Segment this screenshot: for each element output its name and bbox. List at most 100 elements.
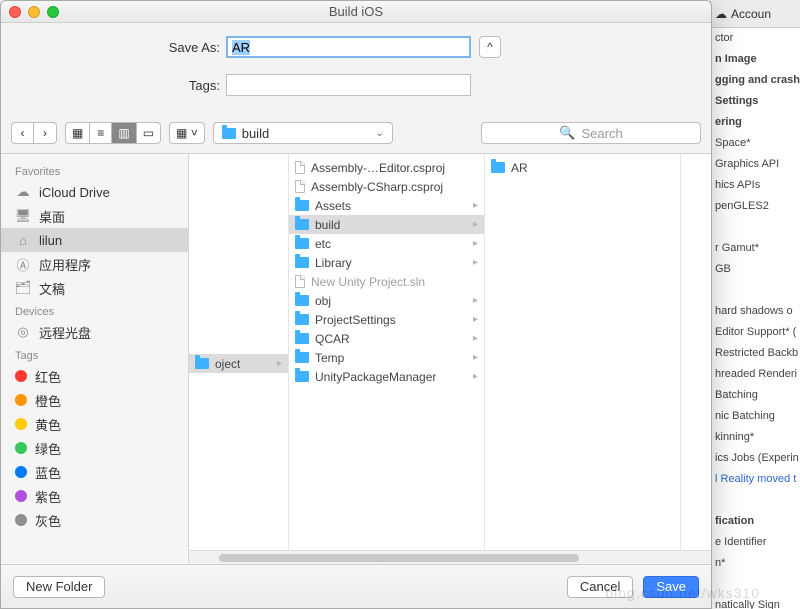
sidebar-item-label: iCloud Drive [39,185,110,200]
window-title: Build iOS [1,4,711,19]
bg-toolbar: ☁︎ Accoun [711,0,800,28]
doc-icon: 🗂 [15,281,31,295]
bg-row: Editor Support* ( [711,322,800,343]
file-row[interactable]: New Unity Project.sln [289,272,484,291]
sidebar-tag[interactable]: 绿色 [1,436,188,460]
titlebar: Build iOS [1,1,711,23]
sidebar-item-label: 灰色 [35,511,61,530]
file-label: ProjectSettings [315,313,396,327]
sidebar-item[interactable]: 🖥桌面 [1,204,188,228]
save-dialog: Build iOS Save As: ^ Tags: ‹ › ▦ ≡ ▥ ▭ ▦… [0,0,712,609]
back-button[interactable]: ‹ [12,123,34,143]
folder-icon [491,162,505,173]
scroll-thumb[interactable] [219,554,579,562]
bg-rows: ctorn Imagegging and crashSettingseringS… [711,28,800,609]
chevron-right-icon: › [43,126,47,140]
bg-row: hics APIs [711,175,800,196]
file-label: build [315,218,340,232]
folder-icon [222,128,236,139]
cancel-button[interactable]: Cancel [567,576,633,598]
file-row[interactable]: oject▸ [189,354,288,373]
sidebar-item[interactable]: ☁︎iCloud Drive [1,180,188,204]
file-label: obj [315,294,331,308]
view-column-icon[interactable]: ▥ [112,123,136,143]
chevron-right-icon: ▸ [473,333,478,344]
group-segment[interactable]: ▦ ˅ [169,122,205,144]
view-gallery-icon[interactable]: ▭ [137,123,160,143]
nav-back-forward[interactable]: ‹ › [11,122,57,144]
sidebar-item-label: 红色 [35,367,61,386]
file-row[interactable]: build▸ [289,215,484,234]
sidebar-item-label: 绿色 [35,439,61,458]
path-popup-label: build [242,126,269,141]
chevron-left-icon: ‹ [21,126,25,140]
bg-row: Space* [711,133,800,154]
file-row[interactable]: ProjectSettings ▸ [289,310,484,329]
file-row[interactable]: AR [485,158,680,177]
chevron-right-icon: ▸ [473,314,478,325]
forward-button[interactable]: › [34,123,56,143]
sidebar-tag[interactable]: 蓝色 [1,460,188,484]
file-row[interactable]: Assets▸ [289,196,484,215]
view-list-icon[interactable]: ≡ [90,123,112,143]
search-placeholder: Search [581,126,622,141]
group-menu-icon[interactable]: ▦ ˅ [170,123,204,143]
search-icon: 🔍 [559,125,575,141]
sidebar-item[interactable]: ⌂lilun [1,228,188,252]
file-row[interactable]: etc▸ [289,234,484,253]
file-row[interactable]: obj▸ [289,291,484,310]
chevron-right-icon: ▸ [473,352,478,363]
sidebar-item-label: 远程光盘 [39,323,91,342]
sidebar-tag[interactable]: 红色 [1,364,188,388]
file-row[interactable]: Assembly-…Editor.csproj [289,158,484,177]
tag-dot-icon [15,466,27,478]
file-row[interactable]: Temp▸ [289,348,484,367]
sidebar-tag[interactable]: 灰色 [1,508,188,532]
folder-icon [295,257,309,268]
view-icon-icon[interactable]: ▦ [66,123,90,143]
sidebar-item[interactable]: 🗂文稿 [1,276,188,300]
column-view: oject▸‖ Assembly-…Editor.csprojAssembly-… [189,154,711,564]
chevron-right-icon: ▸ [473,257,478,268]
bg-row: n Image [711,49,800,70]
bg-row: Restricted Backb [711,343,800,364]
new-folder-button[interactable]: New Folder [13,576,105,598]
sidebar-item-label: 黄色 [35,415,61,434]
file-row[interactable]: Library▸ [289,253,484,272]
path-popup[interactable]: build ⌄ [213,122,393,144]
sidebar: Favorites ☁︎iCloud Drive🖥桌面⌂lilunⒶ应用程序🗂文… [1,154,189,564]
sidebar-tag[interactable]: 黄色 [1,412,188,436]
file-label: UnityPackageManager [315,370,436,384]
expand-button[interactable]: ^ [479,36,501,58]
bg-row [711,217,800,238]
folder-icon [195,358,209,369]
save-as-input[interactable] [226,36,471,58]
folder-icon [295,314,309,325]
view-mode-segment[interactable]: ▦ ≡ ▥ ▭ [65,122,161,144]
sidebar-item-label: 应用程序 [39,255,91,274]
file-row[interactable]: QCAR▸ [289,329,484,348]
sidebar-item[interactable]: Ⓐ应用程序 [1,252,188,276]
file-row[interactable]: Assembly-CSharp.csproj [289,177,484,196]
tag-dot-icon [15,370,27,382]
search-input[interactable]: 🔍 Search [481,122,701,144]
tags-input[interactable] [226,74,471,96]
cloud-icon: ☁︎ [715,7,727,21]
bg-row: gging and crash [711,70,800,91]
chevron-up-icon: ^ [487,40,493,54]
sidebar-tag[interactable]: 紫色 [1,484,188,508]
sidebar-item-label: 桌面 [39,207,65,226]
sidebar-item[interactable]: ◎远程光盘 [1,320,188,344]
bg-row: kinning* [711,427,800,448]
file-label: Assembly-CSharp.csproj [311,180,443,194]
file-browser: Favorites ☁︎iCloud Drive🖥桌面⌂lilunⒶ应用程序🗂文… [1,154,711,564]
folder-icon [295,200,309,211]
file-label: etc [315,237,331,251]
folder-icon [295,333,309,344]
sidebar-tag[interactable]: 橙色 [1,388,188,412]
file-row[interactable]: UnityPackageManager▸ [289,367,484,386]
sidebar-item-label: lilun [39,233,62,248]
save-button[interactable]: Save [643,576,699,598]
horizontal-scrollbar[interactable] [189,550,711,564]
sidebar-item-label: 紫色 [35,487,61,506]
